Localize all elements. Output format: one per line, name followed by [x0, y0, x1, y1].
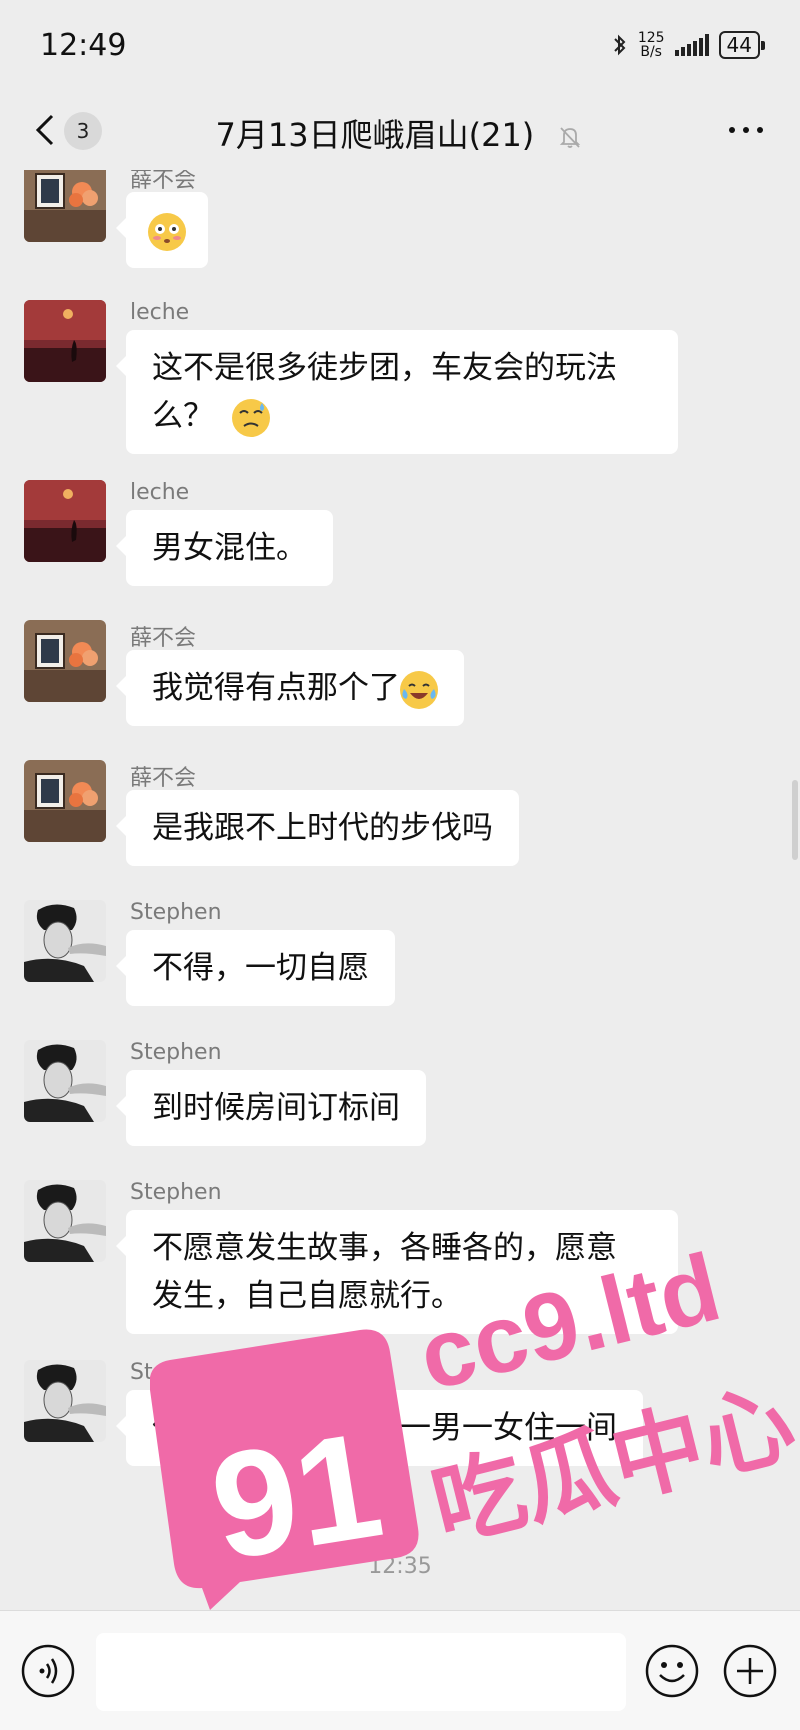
message-text-line-2: 么？ [152, 392, 652, 440]
sender-name: Stephen [130, 1180, 222, 1205]
message-bubble[interactable]: 不愿意发生故事，各睡各的，愿意 发生，自己自愿就行。 [116, 1210, 678, 1334]
emoji-icon[interactable] [644, 1643, 700, 1699]
message-bubble[interactable]: 但是一定要抽签，一男一女住一间 [116, 1390, 643, 1466]
status-bar: 12:49 125 B/s 44 [0, 0, 800, 90]
scrollbar[interactable] [792, 780, 798, 860]
message-text: 男女混住。 [152, 530, 307, 566]
message-text: 我觉得有点那个了 [152, 670, 400, 706]
sender-name: leche [130, 300, 190, 325]
chat-header: 3 7月13日爬峨眉山(21) [0, 90, 800, 170]
sender-name: Stephen [130, 1360, 222, 1385]
status-icons: 125 B/s 44 [612, 31, 766, 59]
message-input[interactable] [96, 1633, 626, 1711]
message-text-line: 不愿意发生故事，各睡各的，愿意 [152, 1230, 617, 1266]
network-speed-value: 125 [637, 30, 665, 46]
message-text: 不得，一切自愿 [152, 950, 369, 986]
message-list[interactable]: 薛不会 leche 这不是很多徒步团，车友会的玩法 么？ leche 男女混住。… [0, 170, 800, 1610]
tears-of-joy-face-icon [400, 670, 438, 709]
status-time: 12:49 [40, 27, 127, 63]
avatar-bw-portrait[interactable] [24, 1180, 106, 1262]
avatar-bw-portrait[interactable] [24, 900, 106, 982]
message-bubble[interactable]: 这不是很多徒步团，车友会的玩法 么？ [116, 330, 678, 454]
avatar-photo-frame[interactable] [24, 760, 106, 842]
sender-name: leche [130, 480, 190, 505]
avatar-photo-frame[interactable] [24, 620, 106, 702]
message-bubble[interactable]: 不得，一切自愿 [116, 930, 395, 1006]
message-timestamp: 12:35 [368, 1554, 432, 1579]
voice-icon[interactable] [20, 1643, 76, 1699]
sender-name: Stephen [130, 900, 222, 925]
sender-name: 薛不会 [130, 766, 197, 791]
sender-name: Stephen [130, 1040, 222, 1065]
message-text-line-2: 发生，自己自愿就行。 [152, 1278, 462, 1314]
message-bubble[interactable]: 男女混住。 [116, 510, 333, 586]
message-text: 但是一定要抽签，一男一女住一间 [152, 1410, 617, 1446]
message-bubble[interactable]: 是我跟不上时代的步伐吗 [116, 790, 519, 866]
message-bubble[interactable]: 我觉得有点那个了 [116, 650, 464, 726]
battery-icon: 44 [718, 31, 766, 59]
message-text: 到时候房间订标间 [152, 1090, 400, 1126]
message-text: 是我跟不上时代的步伐吗 [152, 810, 493, 846]
sender-name: 薛不会 [130, 626, 197, 651]
bluetooth-icon [614, 34, 626, 56]
sender-name: 薛不会 [130, 170, 197, 193]
chat-title: 7月13日爬峨眉山(21) [215, 116, 535, 154]
mute-bell-icon [560, 127, 581, 148]
input-bar [0, 1610, 800, 1730]
chat-title-container: 7月13日爬峨眉山(21) [0, 110, 800, 156]
plus-icon[interactable] [722, 1643, 778, 1699]
more-dots-icon[interactable] [726, 118, 766, 142]
flushed-face-icon [148, 212, 186, 251]
avatar-photo-frame[interactable] [24, 170, 106, 242]
avatar-bw-portrait[interactable] [24, 1360, 106, 1442]
network-speed: 125 B/s [638, 31, 665, 59]
avatar-sunset[interactable] [24, 300, 106, 382]
network-speed-unit: B/s [640, 44, 662, 60]
message-text-line: 这不是很多徒步团，车友会的玩法 [152, 350, 617, 386]
signal-icon [674, 34, 709, 56]
avatar-sunset[interactable] [24, 480, 106, 562]
message-bubble[interactable] [116, 192, 208, 268]
message-bubble[interactable]: 到时候房间订标间 [116, 1070, 426, 1146]
dizzy-sweat-face-icon [231, 398, 270, 437]
avatar-bw-portrait[interactable] [24, 1040, 106, 1122]
message-text: 么？ [152, 398, 214, 434]
